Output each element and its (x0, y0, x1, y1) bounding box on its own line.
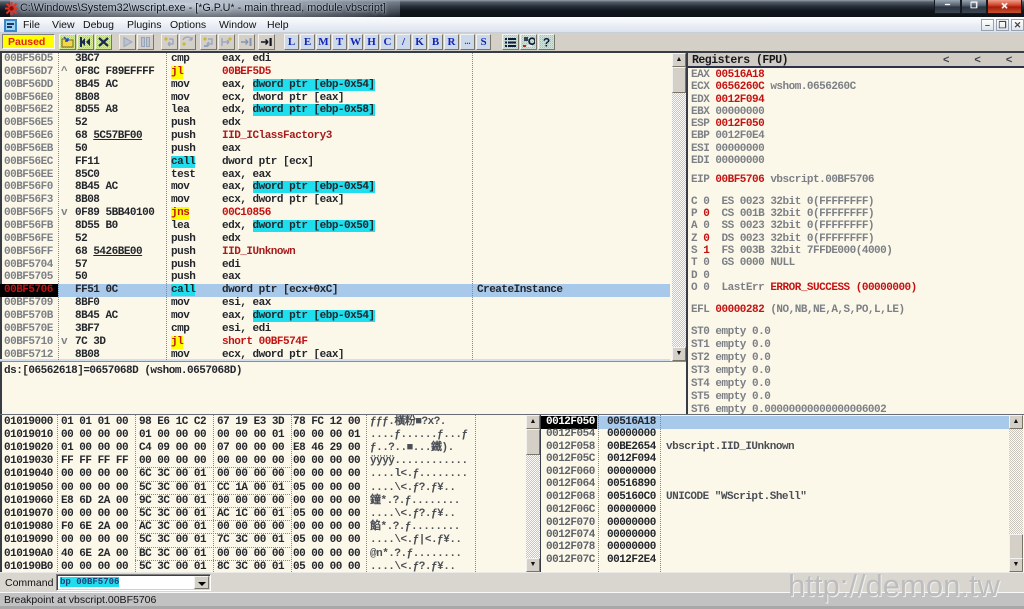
svg-text:?: ? (543, 36, 550, 48)
